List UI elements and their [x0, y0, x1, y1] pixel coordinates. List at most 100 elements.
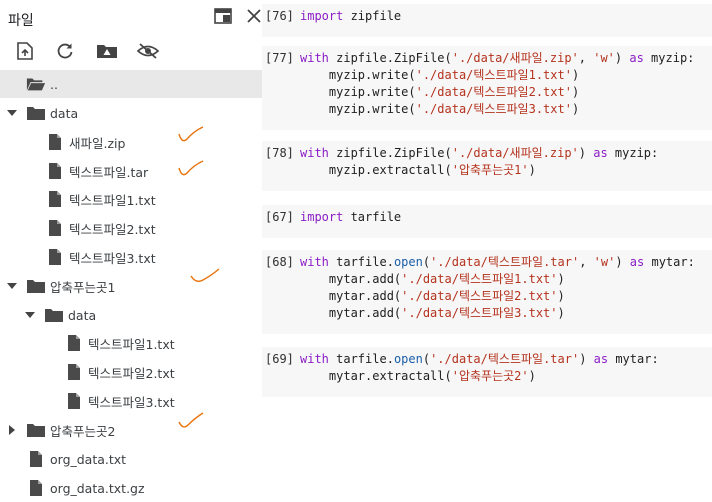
code-string: './data/새파일.zip' [451, 146, 579, 160]
caret-down-icon[interactable] [24, 309, 36, 321]
new-window-icon[interactable] [213, 6, 233, 26]
code-string: './data/텍스트파일1.txt' [415, 68, 572, 82]
tree-item-label: 새파일.zip [69, 135, 126, 151]
annotation-check-mark [178, 126, 204, 142]
code-text: mytar.add( [300, 272, 402, 286]
tree-item-file[interactable]: 텍스트파일2.txt [0, 358, 262, 386]
code-text: mytar.extractall( [300, 369, 452, 383]
tree-item-folder[interactable]: 압축푸는곳1 [0, 272, 262, 300]
tree-item-label: 텍스트파일3.txt [69, 250, 156, 266]
tree-item-label: 압축푸는곳1 [50, 279, 116, 295]
code-text: tarfile [343, 210, 402, 224]
cell-code[interactable]: import tarfile [300, 209, 401, 226]
code-text: , [578, 51, 594, 65]
tree-item-file[interactable]: org_data.txt.gz [0, 474, 262, 502]
tree-item-file[interactable]: 텍스트파일3.txt [0, 243, 262, 271]
folder-icon [26, 103, 46, 123]
folder-open-icon [26, 74, 46, 94]
tree-item-label: data [50, 105, 79, 121]
file-icon [64, 391, 84, 411]
caret-down-icon[interactable] [6, 107, 18, 119]
code-text: ( [422, 352, 431, 366]
cell-execution-count: [76] [265, 9, 294, 23]
code-cell[interactable]: [78] with zipfile.ZipFile('./data/새파일.zip… [262, 141, 712, 191]
tree-item-folder[interactable]: data [0, 301, 262, 329]
code-line: myzip.extractall('압축푸는곳1') [300, 162, 658, 179]
code-string: 'w' [593, 51, 615, 65]
code-text: mytar.add( [300, 306, 402, 320]
code-text: ) [579, 352, 594, 366]
code-text: myzip.write( [300, 102, 416, 116]
cell-execution-count: [67] [265, 210, 294, 224]
annotation-check-mark [178, 412, 204, 428]
code-text: ) [571, 85, 580, 99]
code-text: mytar: [608, 352, 659, 366]
code-string: './data/텍스트파일1.txt' [401, 272, 558, 286]
code-keyword: as [593, 352, 609, 366]
file-icon [64, 362, 84, 382]
tree-item-file[interactable]: 텍스트파일2.txt [0, 214, 262, 242]
cell-code[interactable]: with tarfile.open('./data/텍스트파일.tar') as… [300, 351, 659, 385]
code-keyword: with [300, 146, 329, 160]
tree-item-file[interactable]: 텍스트파일3.txt [0, 387, 262, 415]
code-keyword: as [629, 255, 645, 269]
caret-right-icon[interactable] [6, 424, 18, 436]
code-text: ) [571, 68, 580, 82]
code-text: ( [422, 255, 431, 269]
hide-icon[interactable] [135, 38, 161, 64]
tree-item-folder[interactable]: .. [0, 70, 262, 98]
code-text: zipfile [343, 9, 402, 23]
code-cell[interactable]: [67] import tarfile [262, 205, 712, 238]
caret-down-icon[interactable] [6, 280, 18, 292]
tree-item-label: org_data.txt [50, 451, 127, 467]
code-cell[interactable]: [77] with zipfile.ZipFile('./data/새파일.zip… [262, 46, 712, 130]
cell-execution-count: [77] [265, 51, 294, 65]
code-string: '압축푸는곳1' [451, 163, 529, 177]
refresh-icon[interactable] [52, 38, 78, 64]
code-text: zipfile.ZipFile( [328, 51, 452, 65]
code-text: , [579, 255, 594, 269]
annotation-check-mark [190, 268, 220, 283]
cell-code[interactable]: with zipfile.ZipFile('./data/새파일.zip') a… [300, 145, 658, 179]
tree-item-file[interactable]: 텍스트파일.tar [0, 157, 262, 185]
folder-icon [26, 276, 46, 296]
code-cell[interactable]: [69] with tarfile.open('./data/텍스트파일.tar'… [262, 347, 712, 397]
cell-execution-count: [69] [265, 352, 294, 366]
code-line: mytar.add('./data/텍스트파일3.txt') [300, 305, 695, 322]
code-keyword: as [593, 146, 608, 160]
tree-item-folder[interactable]: 압축푸는곳2 [0, 416, 262, 444]
tree-item-label: 텍스트파일1.txt [88, 336, 175, 352]
file-icon [45, 189, 65, 209]
code-line: with tarfile.open('./data/텍스트파일.tar', 'w… [300, 254, 695, 271]
code-keyword: with [300, 51, 329, 65]
code-cell[interactable]: [68] with tarfile.open('./data/텍스트파일.tar'… [262, 250, 712, 334]
code-line: with zipfile.ZipFile('./data/새파일.zip') a… [300, 145, 658, 162]
cell-code[interactable]: with zipfile.ZipFile('./data/새파일.zip', '… [300, 50, 694, 118]
code-line: with zipfile.ZipFile('./data/새파일.zip', '… [300, 50, 694, 67]
code-line: myzip.write('./data/텍스트파일1.txt') [300, 67, 694, 84]
code-line: myzip.write('./data/텍스트파일3.txt') [300, 101, 694, 118]
file-toolbar [0, 36, 262, 66]
close-icon[interactable] [244, 6, 264, 26]
tree-item-file[interactable]: 새파일.zip [0, 128, 262, 156]
code-line: mytar.extractall('압축푸는곳2') [300, 368, 659, 385]
upload-icon[interactable] [12, 38, 38, 64]
cell-code[interactable]: import zipfile [300, 8, 401, 25]
code-text: ) [557, 272, 565, 286]
code-text: myzip: [607, 146, 659, 160]
tree-item-file[interactable]: 텍스트파일1.txt [0, 329, 262, 357]
tree-item-file[interactable]: org_data.txt [0, 445, 262, 473]
tree-item-file[interactable]: 텍스트파일1.txt [0, 185, 262, 213]
code-string: './data/텍스트파일.tar' [430, 352, 580, 366]
cell-code[interactable]: with tarfile.open('./data/텍스트파일.tar', 'w… [300, 254, 695, 322]
code-cell[interactable]: [76] import zipfile [262, 4, 712, 37]
code-string: 'w' [593, 255, 616, 269]
code-string: './data/텍스트파일3.txt' [401, 306, 558, 320]
code-string: './data/텍스트파일3.txt' [415, 102, 572, 116]
drive-icon[interactable] [94, 38, 120, 64]
tree-item-folder[interactable]: data [0, 99, 262, 127]
code-keyword: with [300, 255, 329, 269]
file-icon [64, 333, 84, 353]
code-string: '압축푸는곳2' [451, 369, 529, 383]
code-line: myzip.write('./data/텍스트파일2.txt') [300, 84, 694, 101]
